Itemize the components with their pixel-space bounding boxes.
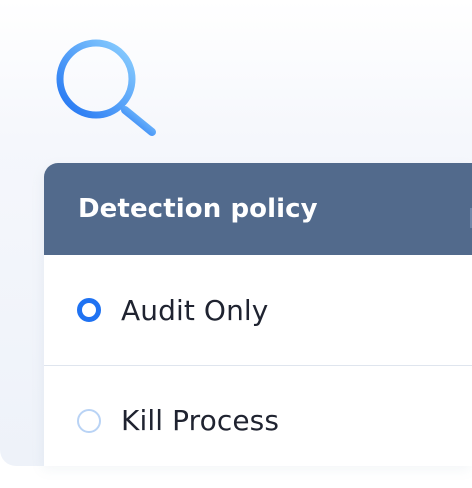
option-label: Audit Only [121,293,269,327]
option-label: Kill Process [121,404,280,437]
card-title: Detection policy [78,194,318,224]
option-kill-process[interactable]: Kill Process [44,365,472,466]
option-audit-only[interactable]: Audit Only [44,255,472,365]
search-icon [56,39,156,136]
card-header: Detection policy [44,163,472,255]
radio-kill-process[interactable] [77,408,101,433]
detection-policy-card: Detection policy Audit Only Kill Process [44,163,472,466]
radio-audit-only[interactable] [77,298,101,322]
